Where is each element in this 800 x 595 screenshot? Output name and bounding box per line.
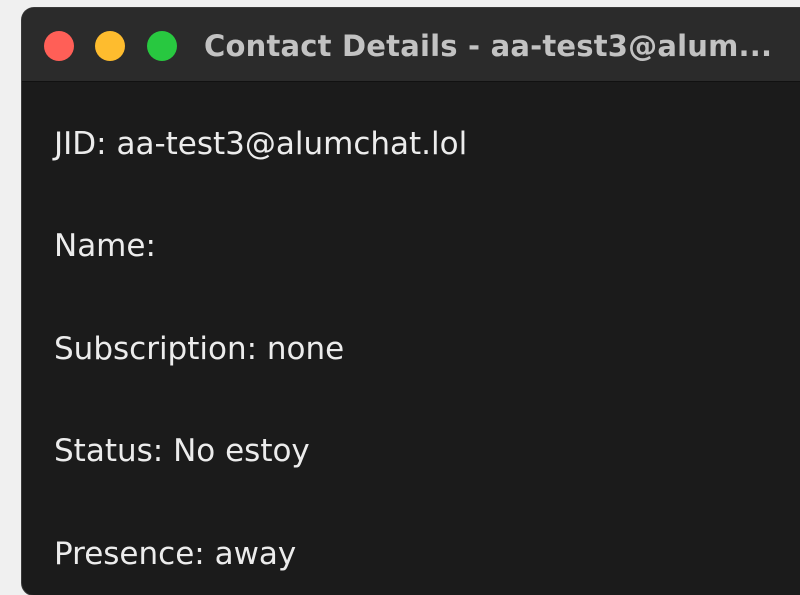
name-label: Name:	[54, 228, 156, 264]
jid-label: JID: aa-test3@alumchat.lol	[54, 126, 468, 162]
contact-details-panel: JID: aa-test3@alumchat.lol Name: Subscri…	[22, 82, 800, 595]
contact-details-window: Contact Details - aa-test3@alum... JID: …	[22, 8, 800, 595]
status-label: Status: No estoy	[54, 433, 310, 469]
subscription-label: Subscription: none	[54, 331, 345, 367]
window-title: Contact Details - aa-test3@alum...	[204, 29, 773, 63]
minimize-window-button[interactable]	[95, 31, 125, 61]
presence-label: Presence: away	[54, 536, 297, 572]
title-bar[interactable]: Contact Details - aa-test3@alum...	[22, 8, 800, 82]
maximize-window-button[interactable]	[147, 31, 177, 61]
close-window-button[interactable]	[44, 31, 74, 61]
